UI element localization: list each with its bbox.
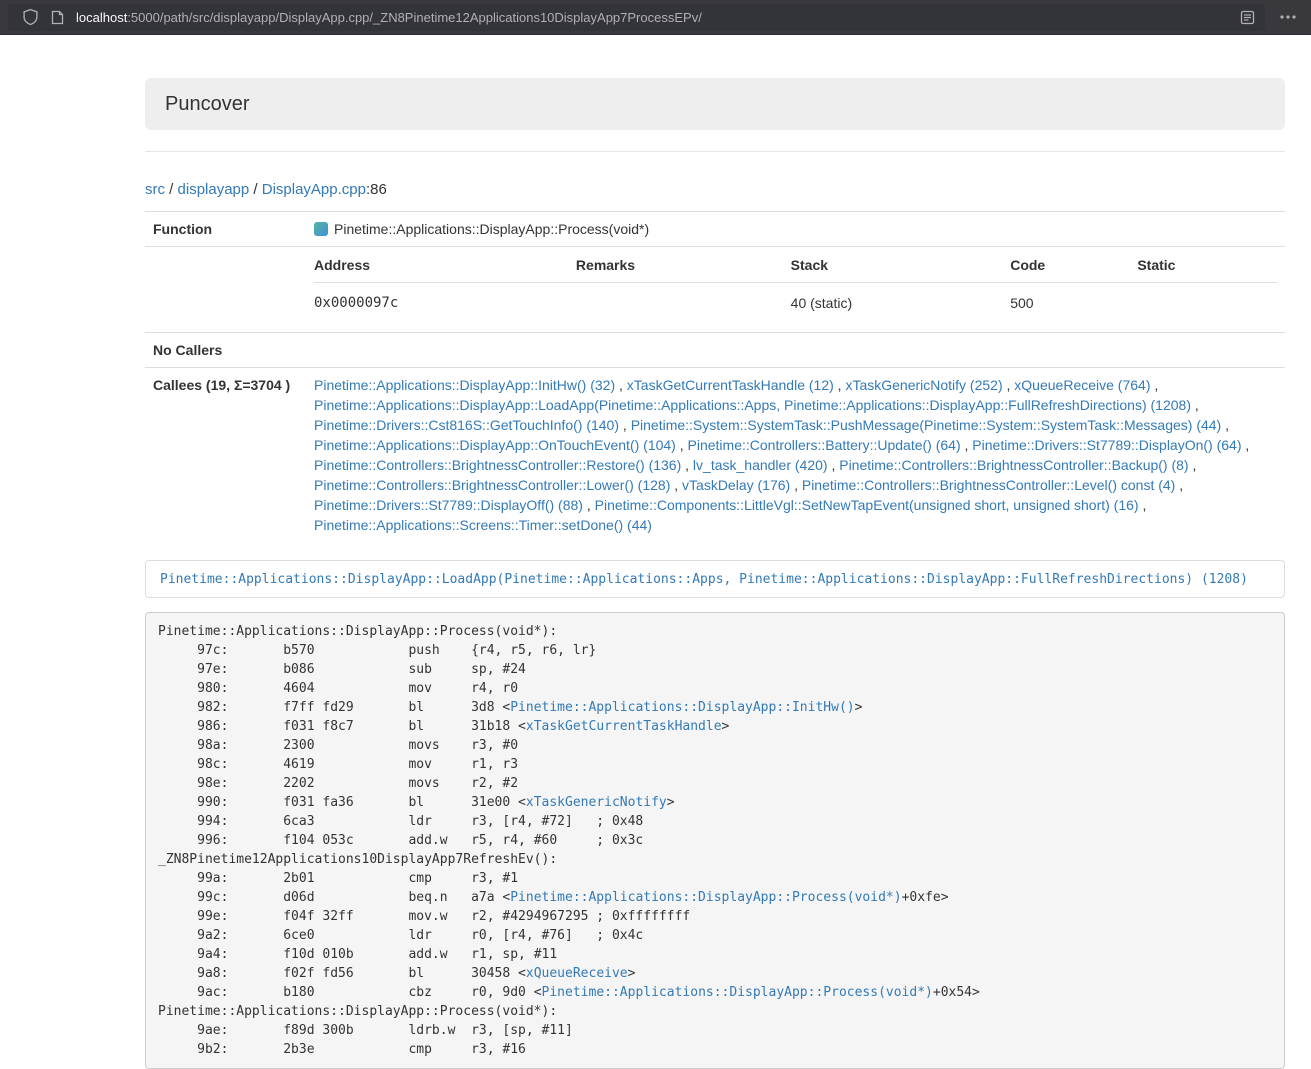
page-content: Puncover src / displayapp / DisplayApp.c… <box>145 78 1285 1069</box>
callees-list: Pinetime::Applications::DisplayApp::Init… <box>306 368 1285 543</box>
detail-value-row: 0x0000097c 40 (static) 500 <box>314 283 1277 326</box>
tracking-protection-shield-icon[interactable] <box>22 8 39 26</box>
callee-separator: , <box>961 437 973 453</box>
breadcrumb-separator: / <box>249 181 262 198</box>
code-symbol-link[interactable]: xTaskGenericNotify <box>526 795 667 810</box>
callee-link[interactable]: Pinetime::Drivers::St7789::DisplayOn() (… <box>972 437 1241 453</box>
highlighted-callee-link[interactable]: Pinetime::Applications::DisplayApp::Load… <box>160 572 1248 587</box>
detail-row-label-empty <box>145 247 306 333</box>
callee-separator: , <box>1003 377 1015 393</box>
highlighted-callee-panel: Pinetime::Applications::DisplayApp::Load… <box>145 560 1285 598</box>
detail-table: Address Remarks Stack Code Static 0x0000… <box>314 254 1277 325</box>
callees-row: Callees (19, Σ=3704 ) Pinetime::Applicat… <box>145 368 1285 543</box>
function-symbol-cell: Pinetime::Applications::DisplayApp::Proc… <box>306 212 1285 247</box>
page-info-icon[interactable] <box>51 10 64 25</box>
callees-label: Callees (19, Σ=3704 ) <box>145 368 306 543</box>
column-header-code: Code <box>1010 254 1137 283</box>
code-symbol-link[interactable]: Pinetime::Applications::DisplayApp::Proc… <box>510 890 901 905</box>
callee-link[interactable]: Pinetime::Applications::DisplayApp::Init… <box>314 377 615 393</box>
callee-link[interactable]: Pinetime::Controllers::BrightnessControl… <box>839 457 1188 473</box>
callee-link[interactable]: Pinetime::Applications::DisplayApp::Load… <box>314 397 1191 413</box>
detail-table-cell: Address Remarks Stack Code Static 0x0000… <box>306 247 1285 333</box>
callee-separator: , <box>1139 497 1147 513</box>
callee-separator: , <box>834 377 846 393</box>
callee-link[interactable]: Pinetime::Components::LittleVgl::SetNewT… <box>595 497 1139 513</box>
page-title: Puncover <box>165 93 250 116</box>
browser-toolbar: localhost:5000/path/src/displayapp/Displ… <box>0 0 1311 35</box>
callee-link[interactable]: Pinetime::Controllers::BrightnessControl… <box>314 477 670 493</box>
divider <box>145 151 1285 152</box>
url-path: :5000/path/src/displayapp/DisplayApp.cpp… <box>127 10 702 25</box>
breadcrumb-separator: / <box>165 181 178 198</box>
value-stack: 40 (static) <box>791 283 1011 326</box>
callee-separator: , <box>790 477 802 493</box>
callee-separator: , <box>828 457 840 473</box>
callee-link[interactable]: Pinetime::Drivers::Cst816S::GetTouchInfo… <box>314 417 619 433</box>
callee-link[interactable]: Pinetime::Controllers::Battery::Update()… <box>688 437 961 453</box>
code-symbol-link[interactable]: xTaskGetCurrentTaskHandle <box>526 719 722 734</box>
reader-view-icon[interactable] <box>1240 10 1255 25</box>
callee-link[interactable]: Pinetime::Drivers::St7789::DisplayOff() … <box>314 497 583 513</box>
no-callers-row: No Callers <box>145 333 1285 368</box>
breadcrumb-link-displayapp[interactable]: displayapp <box>178 181 250 198</box>
column-header-stack: Stack <box>791 254 1011 283</box>
callee-separator: , <box>676 437 688 453</box>
value-remarks <box>576 283 791 326</box>
callee-link[interactable]: vTaskDelay (176) <box>682 477 790 493</box>
value-code: 500 <box>1010 283 1137 326</box>
callee-separator: , <box>1221 417 1229 433</box>
ellipsis-menu-icon[interactable] <box>1273 15 1303 19</box>
breadcrumb: src / displayapp / DisplayApp.cpp:86 <box>145 181 1285 199</box>
column-header-address: Address <box>314 254 576 283</box>
app-header: Puncover <box>145 78 1285 130</box>
callee-separator: , <box>1191 397 1199 413</box>
value-static <box>1137 283 1277 326</box>
url-domain: localhost <box>76 10 127 25</box>
callee-link[interactable]: Pinetime::Applications::DisplayApp::OnTo… <box>314 437 676 453</box>
callee-separator: , <box>1242 437 1250 453</box>
callee-link[interactable]: lv_task_handler (420) <box>693 457 828 473</box>
breadcrumb-link-src[interactable]: src <box>145 181 165 198</box>
breadcrumb-line-number: :86 <box>366 181 387 198</box>
value-address: 0x0000097c <box>314 283 576 326</box>
callee-separator: , <box>1175 477 1183 493</box>
callee-separator: , <box>1189 457 1197 473</box>
no-callers-label: No Callers <box>145 333 306 368</box>
callee-separator: , <box>583 497 595 513</box>
function-symbol: Pinetime::Applications::DisplayApp::Proc… <box>334 219 649 239</box>
function-table: Function Pinetime::Applications::Display… <box>145 211 1285 542</box>
callee-separator: , <box>619 417 631 433</box>
callee-link[interactable]: xTaskGenericNotify (252) <box>845 377 1002 393</box>
callee-separator: , <box>670 477 682 493</box>
callee-link[interactable]: Pinetime::Controllers::BrightnessControl… <box>802 477 1175 493</box>
callee-link[interactable]: Pinetime::System::SystemTask::PushMessag… <box>631 417 1222 433</box>
disassembly-code: Pinetime::Applications::DisplayApp::Proc… <box>145 612 1285 1069</box>
callee-link[interactable]: Pinetime::Applications::Screens::Timer::… <box>314 517 652 533</box>
callee-separator: , <box>681 457 693 473</box>
detail-header-row: Address Remarks Stack Code Static <box>314 254 1277 283</box>
column-header-remarks: Remarks <box>576 254 791 283</box>
column-header-static: Static <box>1137 254 1277 283</box>
code-symbol-link[interactable]: Pinetime::Applications::DisplayApp::Init… <box>510 700 854 715</box>
no-callers-cell <box>306 333 1285 368</box>
callee-link[interactable]: xQueueReceive (764) <box>1014 377 1150 393</box>
breadcrumb-link-file[interactable]: DisplayApp.cpp <box>262 181 366 198</box>
url-bar[interactable]: localhost:5000/path/src/displayapp/Displ… <box>8 4 1265 31</box>
function-label: Function <box>145 212 306 247</box>
url-text: localhost:5000/path/src/displayapp/Displ… <box>76 10 1230 25</box>
callee-separator: , <box>1150 377 1158 393</box>
callee-link[interactable]: Pinetime::Controllers::BrightnessControl… <box>314 457 681 473</box>
code-symbol-link[interactable]: xQueueReceive <box>526 966 628 981</box>
callee-separator: , <box>615 377 627 393</box>
callee-link[interactable]: xTaskGetCurrentTaskHandle (12) <box>627 377 834 393</box>
detail-row-wrapper: Address Remarks Stack Code Static 0x0000… <box>145 247 1285 333</box>
function-row: Function Pinetime::Applications::Display… <box>145 212 1285 247</box>
function-type-icon <box>314 222 328 236</box>
